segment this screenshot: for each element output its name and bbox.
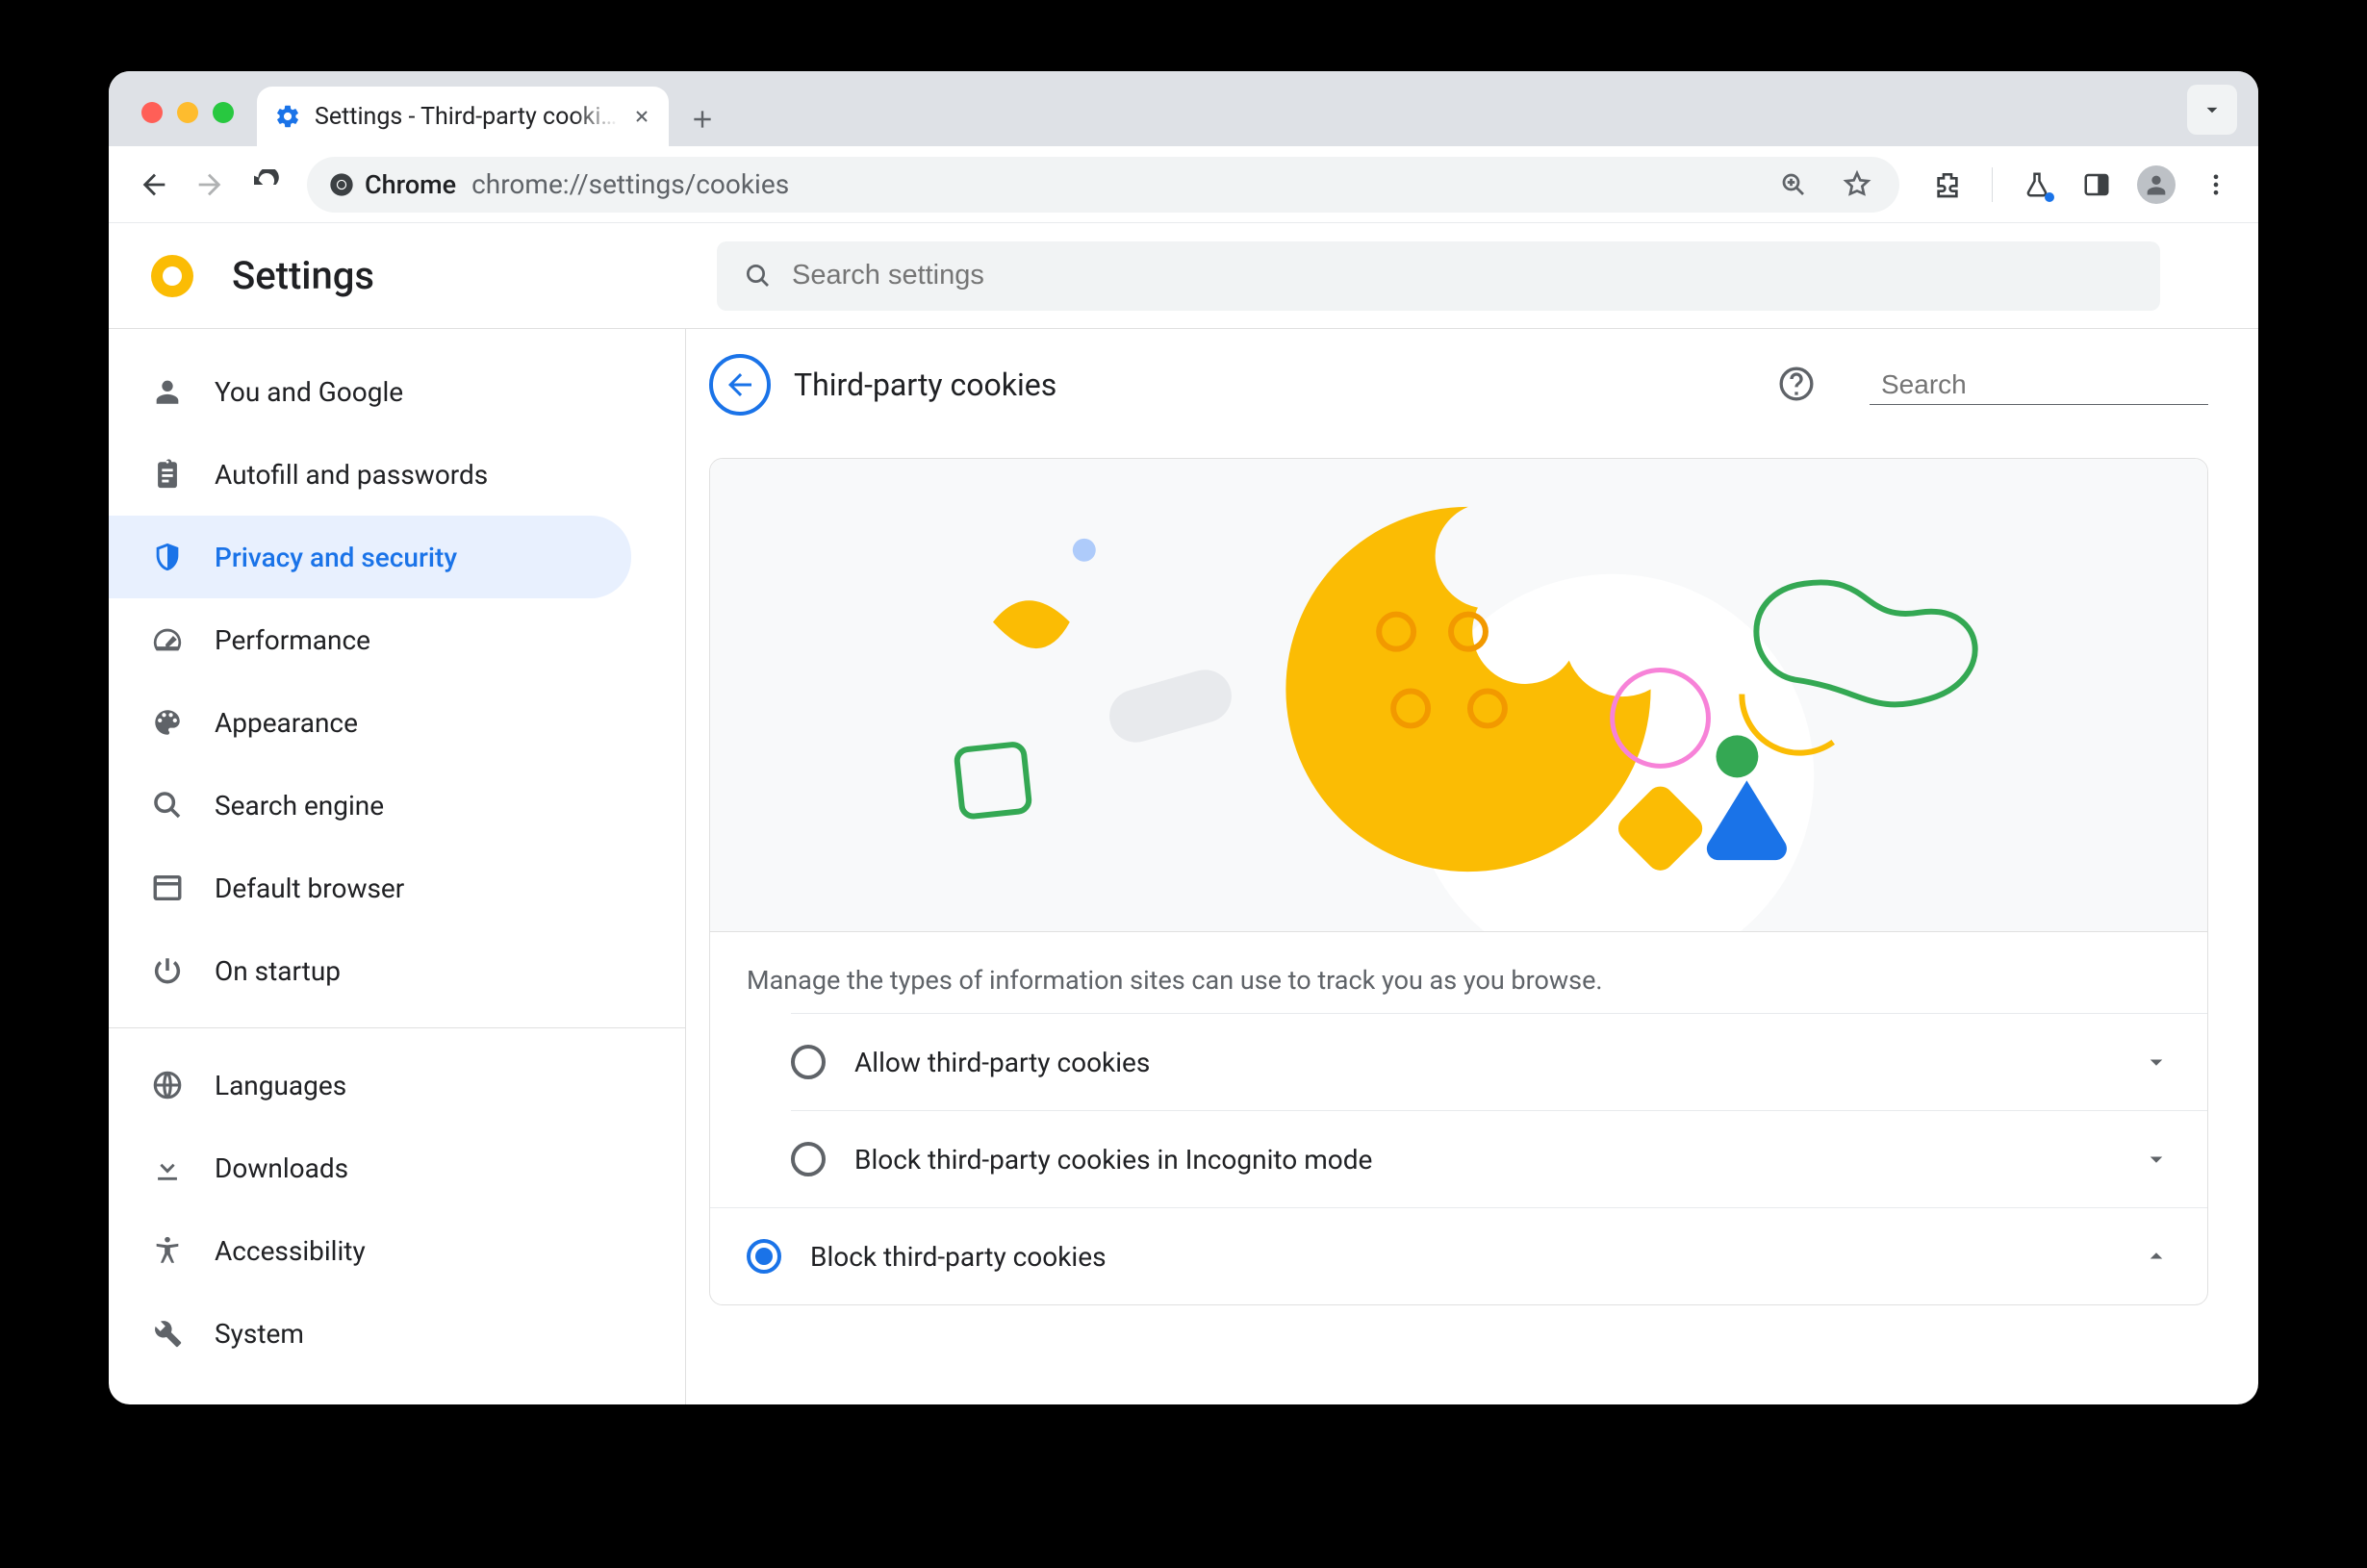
bookmark-star-icon[interactable] xyxy=(1836,164,1878,206)
page-description: Manage the types of information sites ca… xyxy=(710,932,2207,1013)
wrench-icon xyxy=(149,1315,186,1352)
sidebar-label: You and Google xyxy=(215,376,403,408)
sidebar-label: Performance xyxy=(215,624,370,656)
minimize-window-button[interactable] xyxy=(177,102,198,123)
sidebar-item-privacy-security[interactable]: Privacy and security xyxy=(109,516,631,598)
shield-icon xyxy=(149,539,186,575)
labs-flask-icon[interactable] xyxy=(2016,164,2058,206)
chevron-down-icon xyxy=(2142,1145,2171,1174)
cookies-card: Manage the types of information sites ca… xyxy=(709,458,2208,1305)
person-icon xyxy=(149,373,186,410)
browser-tab[interactable]: Settings - Third-party cookies xyxy=(257,87,669,146)
sidebar-label: Downloads xyxy=(215,1152,348,1184)
sidebar-label: On startup xyxy=(215,955,341,987)
page-search-input[interactable] xyxy=(1881,369,2228,400)
palette-icon xyxy=(149,704,186,741)
browser-window-icon xyxy=(149,870,186,906)
reload-button[interactable] xyxy=(242,161,290,209)
close-tab-icon[interactable] xyxy=(632,107,651,126)
toolbar: Chrome chrome://settings/cookies xyxy=(109,146,2258,223)
chevron-up-icon xyxy=(2142,1242,2171,1271)
url-text: chrome://settings/cookies xyxy=(471,168,1757,200)
app-header: Settings xyxy=(109,223,2258,329)
option-label: Block third-party cookies xyxy=(810,1241,1107,1273)
sidebar-label: Appearance xyxy=(215,707,358,739)
extensions-icon[interactable] xyxy=(1926,164,1969,206)
help-icon[interactable] xyxy=(1777,365,1818,405)
sidebar-separator xyxy=(109,1027,685,1028)
page-search-field[interactable] xyxy=(1870,366,2208,405)
download-icon xyxy=(149,1150,186,1186)
zoom-icon[interactable] xyxy=(1772,164,1815,206)
address-bar[interactable]: Chrome chrome://settings/cookies xyxy=(307,157,1899,213)
page-title: Third-party cookies xyxy=(794,367,1056,403)
chevron-down-icon xyxy=(2142,1048,2171,1076)
sidebar-item-languages[interactable]: Languages xyxy=(109,1044,631,1126)
maximize-window-button[interactable] xyxy=(213,102,234,123)
settings-gear-icon xyxy=(274,103,301,130)
sidebar-label: Privacy and security xyxy=(215,542,457,573)
accessibility-icon xyxy=(149,1232,186,1269)
sidebar-label: Default browser xyxy=(215,873,404,904)
sidebar-item-performance[interactable]: Performance xyxy=(109,598,631,681)
sidebar-item-you-and-google[interactable]: You and Google xyxy=(109,350,631,433)
power-icon xyxy=(149,952,186,989)
new-tab-button[interactable] xyxy=(678,98,726,146)
radio-icon xyxy=(791,1142,826,1176)
forward-button[interactable] xyxy=(186,161,234,209)
window-controls xyxy=(128,102,247,146)
sidebar-item-appearance[interactable]: Appearance xyxy=(109,681,631,764)
site-chip: Chrome xyxy=(328,169,456,200)
profile-avatar-icon[interactable] xyxy=(2135,164,2177,206)
speedometer-icon xyxy=(149,621,186,658)
sidebar-item-autofill[interactable]: Autofill and passwords xyxy=(109,433,631,516)
sidebar-label: Languages xyxy=(215,1070,346,1101)
tab-strip: Settings - Third-party cookies xyxy=(109,71,2258,146)
back-button[interactable] xyxy=(130,161,178,209)
search-settings-field[interactable] xyxy=(717,241,2160,311)
app-body: You and Google Autofill and passwords Pr… xyxy=(109,329,2258,1404)
page-back-button[interactable] xyxy=(709,354,771,416)
close-window-button[interactable] xyxy=(141,102,163,123)
sidebar-label: System xyxy=(215,1318,304,1350)
scheme-label: Chrome xyxy=(365,169,456,200)
sidebar-item-downloads[interactable]: Downloads xyxy=(109,1126,631,1209)
hero-illustration xyxy=(710,459,2207,932)
side-panel-icon[interactable] xyxy=(2075,164,2118,206)
sidebar-label: Autofill and passwords xyxy=(215,459,488,491)
sidebar-label: Accessibility xyxy=(215,1235,366,1267)
search-settings-input[interactable] xyxy=(792,260,2133,291)
option-label: Block third-party cookies in Incognito m… xyxy=(854,1144,1372,1176)
sidebar-item-search-engine[interactable]: Search engine xyxy=(109,764,631,847)
page-header: Third-party cookies xyxy=(709,354,2208,416)
browser-window: Settings - Third-party cookies Chrome xyxy=(109,71,2258,1404)
content-area: Third-party cookies xyxy=(686,329,2258,1404)
sidebar-label: Search engine xyxy=(215,790,384,822)
search-icon xyxy=(744,262,773,291)
kebab-menu-icon[interactable] xyxy=(2195,164,2237,206)
tab-title: Settings - Third-party cookies xyxy=(315,103,619,131)
radio-checked-icon xyxy=(747,1239,781,1274)
sidebar-item-accessibility[interactable]: Accessibility xyxy=(109,1209,631,1292)
clipboard-icon xyxy=(149,456,186,493)
sidebar-item-default-browser[interactable]: Default browser xyxy=(109,847,631,929)
settings-sidebar: You and Google Autofill and passwords Pr… xyxy=(109,329,686,1404)
app-title: Settings xyxy=(232,253,374,298)
radio-icon xyxy=(791,1045,826,1079)
cookie-option-allow[interactable]: Allow third-party cookies xyxy=(791,1013,2207,1110)
tabs-dropdown-button[interactable] xyxy=(2187,85,2237,135)
cookie-option-block-incognito[interactable]: Block third-party cookies in Incognito m… xyxy=(791,1110,2207,1207)
chrome-canary-icon xyxy=(149,253,195,299)
sidebar-item-system[interactable]: System xyxy=(109,1292,631,1375)
option-label: Allow third-party cookies xyxy=(854,1047,1150,1078)
cookie-option-block[interactable]: Block third-party cookies xyxy=(710,1207,2207,1304)
globe-icon xyxy=(149,1067,186,1103)
search-icon xyxy=(149,787,186,823)
sidebar-item-on-startup[interactable]: On startup xyxy=(109,929,631,1012)
